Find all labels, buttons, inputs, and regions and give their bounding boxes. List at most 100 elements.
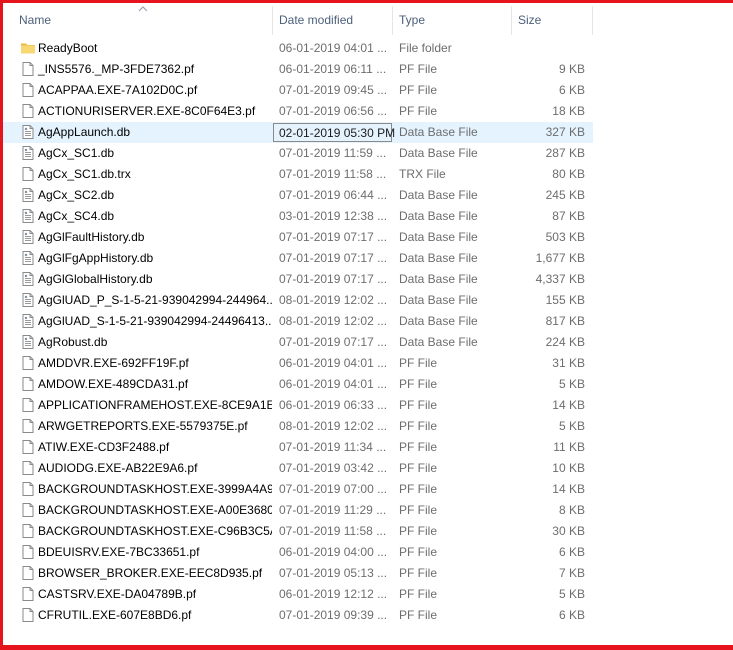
file-name: AgGlFaultHistory.db [38,230,145,244]
file-name: AgCx_SC1.db [38,146,115,160]
file-name-cell: AMDOW.EXE-489CDA31.pf [17,374,272,395]
file-type: Data Base File [399,146,478,160]
file-name: AgRobust.db [38,335,108,349]
file-name: AMDDVR.EXE-692FF19F.pf [38,356,189,370]
file-type: File folder [399,41,452,55]
file-name-cell: BROWSER_BROKER.EXE-EEC8D935.pf [17,563,272,584]
file-name-cell: AgCx_SC2.db [17,185,272,206]
file-name-cell: AgGlGlobalHistory.db [17,269,272,290]
column-name[interactable]: Name [13,3,273,35]
file-row[interactable]: AgGlUAD_S-1-5-21-939042994-24496413... 08… [3,311,593,332]
file-type: PF File [399,398,438,412]
file-name: AMDOW.EXE-489CDA31.pf [38,377,189,391]
file-type: PF File [399,482,438,496]
file-row[interactable]: ATIW.EXE-CD3F2488.pf 07-01-2019 11:34 ...… [3,437,593,458]
file-row[interactable]: _INS5576._MP-3FDE7362.pf 06-01-2019 06:11… [3,59,593,80]
file-size: 7 KB [558,566,585,580]
file-name-cell: AgAppLaunch.db [17,122,272,143]
file-size: 6 KB [558,83,585,97]
file-name: AgGlGlobalHistory.db [38,272,153,286]
file-row[interactable]: ACTIONURISERVER.EXE-8C0F64E3.pf 07-01-201… [3,101,593,122]
file-type: PF File [399,608,438,622]
file-row[interactable]: AMDOW.EXE-489CDA31.pf 06-01-2019 04:01 ..… [3,374,593,395]
file-row[interactable]: BROWSER_BROKER.EXE-EEC8D935.pf 07-01-2019… [3,563,593,584]
file-name: BACKGROUNDTASKHOST.EXE-3999A4A9.... [38,482,272,496]
file-icon [20,502,36,518]
file-icon [20,607,36,623]
file-size: 245 KB [545,188,585,202]
file-row[interactable]: BACKGROUNDTASKHOST.EXE-3999A4A9.... 07-01… [3,479,593,500]
date-modified: 06-01-2019 06:33 ... [279,398,388,412]
file-row[interactable]: CASTSRV.EXE-DA04789B.pf 06-01-2019 12:12 … [3,584,593,605]
file-name: BACKGROUNDTASKHOST.EXE-A00E3680.pf [38,503,272,517]
file-row[interactable]: AgRobust.db 07-01-2019 07:17 ... Data Base… [3,332,593,353]
file-row[interactable]: AgCx_SC4.db 03-01-2019 12:38 ... Data Base… [3,206,593,227]
file-size: 5 KB [558,587,585,601]
file-type: PF File [399,62,438,76]
file-type: Data Base File [399,272,478,286]
date-modified: 07-01-2019 11:59 ... [279,146,387,160]
file-size: 817 KB [545,314,585,328]
file-icon [20,565,36,581]
file-icon [20,61,36,77]
file-row[interactable]: AgCx_SC1.db 07-01-2019 11:59 ... Data Base… [3,143,593,164]
file-name-cell: AgCx_SC1.db [17,143,272,164]
file-name-cell: BACKGROUNDTASKHOST.EXE-3999A4A9.... [17,479,272,500]
file-row[interactable]: AgAppLaunch.db 02-01-2019 05:30 PM Data Ba… [3,122,593,143]
file-row[interactable]: APPLICATIONFRAMEHOST.EXE-8CE9A1E... 06-01… [3,395,593,416]
file-row[interactable]: AgGlFgAppHistory.db 07-01-2019 07:17 ... D… [3,248,593,269]
date-modified: 07-01-2019 07:00 ... [279,482,388,496]
database-file-icon [20,187,36,203]
file-name: BACKGROUNDTASKHOST.EXE-C96B3C5A.... [38,524,272,538]
file-name-cell: ReadyBoot [17,38,272,59]
date-modified: 03-01-2019 12:38 ... [279,209,388,223]
file-row[interactable]: ReadyBoot 06-01-2019 04:01 ... File folder [3,38,593,59]
file-row[interactable]: ARWGETREPORTS.EXE-5579375E.pf 08-01-2019 … [3,416,593,437]
date-modified-tooltip: 02-01-2019 05:30 PM [273,123,396,142]
date-modified: 06-01-2019 04:01 ... [279,377,388,391]
column-divider[interactable] [592,6,593,35]
date-modified: 07-01-2019 11:58 ... [279,524,387,538]
file-row[interactable]: AgCx_SC2.db 07-01-2019 06:44 ... Data Base… [3,185,593,206]
file-row[interactable]: AMDDVR.EXE-692FF19F.pf 06-01-2019 04:01 .… [3,353,593,374]
date-modified: 02-01-2019 05:30 PM [279,126,396,140]
file-row[interactable]: AgCx_SC1.db.trx 07-01-2019 11:58 ... TRX F… [3,164,593,185]
date-modified: 06-01-2019 04:01 ... [279,41,388,55]
file-row[interactable]: AgGlGlobalHistory.db 07-01-2019 07:17 ...… [3,269,593,290]
file-row[interactable]: BACKGROUNDTASKHOST.EXE-C96B3C5A.... 07-01… [3,521,593,542]
file-icon [20,103,36,119]
file-name: BDEUISRV.EXE-7BC33651.pf [38,545,200,559]
file-name: AgAppLaunch.db [38,125,131,139]
file-icon [20,376,36,392]
date-modified: 08-01-2019 12:02 ... [279,419,388,433]
file-type: Data Base File [399,314,478,328]
file-row[interactable]: BDEUISRV.EXE-7BC33651.pf 06-01-2019 04:00… [3,542,593,563]
database-file-icon [20,229,36,245]
date-modified: 07-01-2019 07:17 ... [279,335,388,349]
column-date-modified[interactable]: Date modified [273,3,393,35]
file-icon [20,523,36,539]
file-name: ReadyBoot [38,41,98,55]
file-type: Data Base File [399,209,478,223]
file-row[interactable]: AgGlFaultHistory.db 07-01-2019 07:17 ... D… [3,227,593,248]
file-name: AUDIODG.EXE-AB22E9A6.pf [38,461,198,475]
file-type: Data Base File [399,251,478,265]
column-size[interactable]: Size [512,3,592,35]
column-type[interactable]: Type [393,3,511,35]
file-row[interactable]: AgGlUAD_P_S-1-5-21-939042994-244964... 08… [3,290,593,311]
file-type: PF File [399,587,438,601]
file-row[interactable]: CFRUTIL.EXE-607E8BD6.pf 07-01-2019 09:39 … [3,605,593,626]
file-type: Data Base File [399,293,478,307]
file-name-cell: AgCx_SC4.db [17,206,272,227]
file-row[interactable]: ACAPPAA.EXE-7A102D0C.pf 07-01-2019 09:45 … [3,80,593,101]
column-header: Name Date modified Type Size [3,3,593,35]
folder-icon [20,40,36,56]
date-modified: 06-01-2019 04:00 ... [279,545,388,559]
database-file-icon [20,208,36,224]
file-size: 4,337 KB [535,272,585,286]
date-modified: 06-01-2019 12:12 ... [279,587,388,601]
file-row[interactable]: AUDIODG.EXE-AB22E9A6.pf 07-01-2019 03:42 … [3,458,593,479]
file-size: 6 KB [558,608,585,622]
file-size: 11 KB [553,440,585,454]
file-row[interactable]: BACKGROUNDTASKHOST.EXE-A00E3680.pf 07-01-… [3,500,593,521]
